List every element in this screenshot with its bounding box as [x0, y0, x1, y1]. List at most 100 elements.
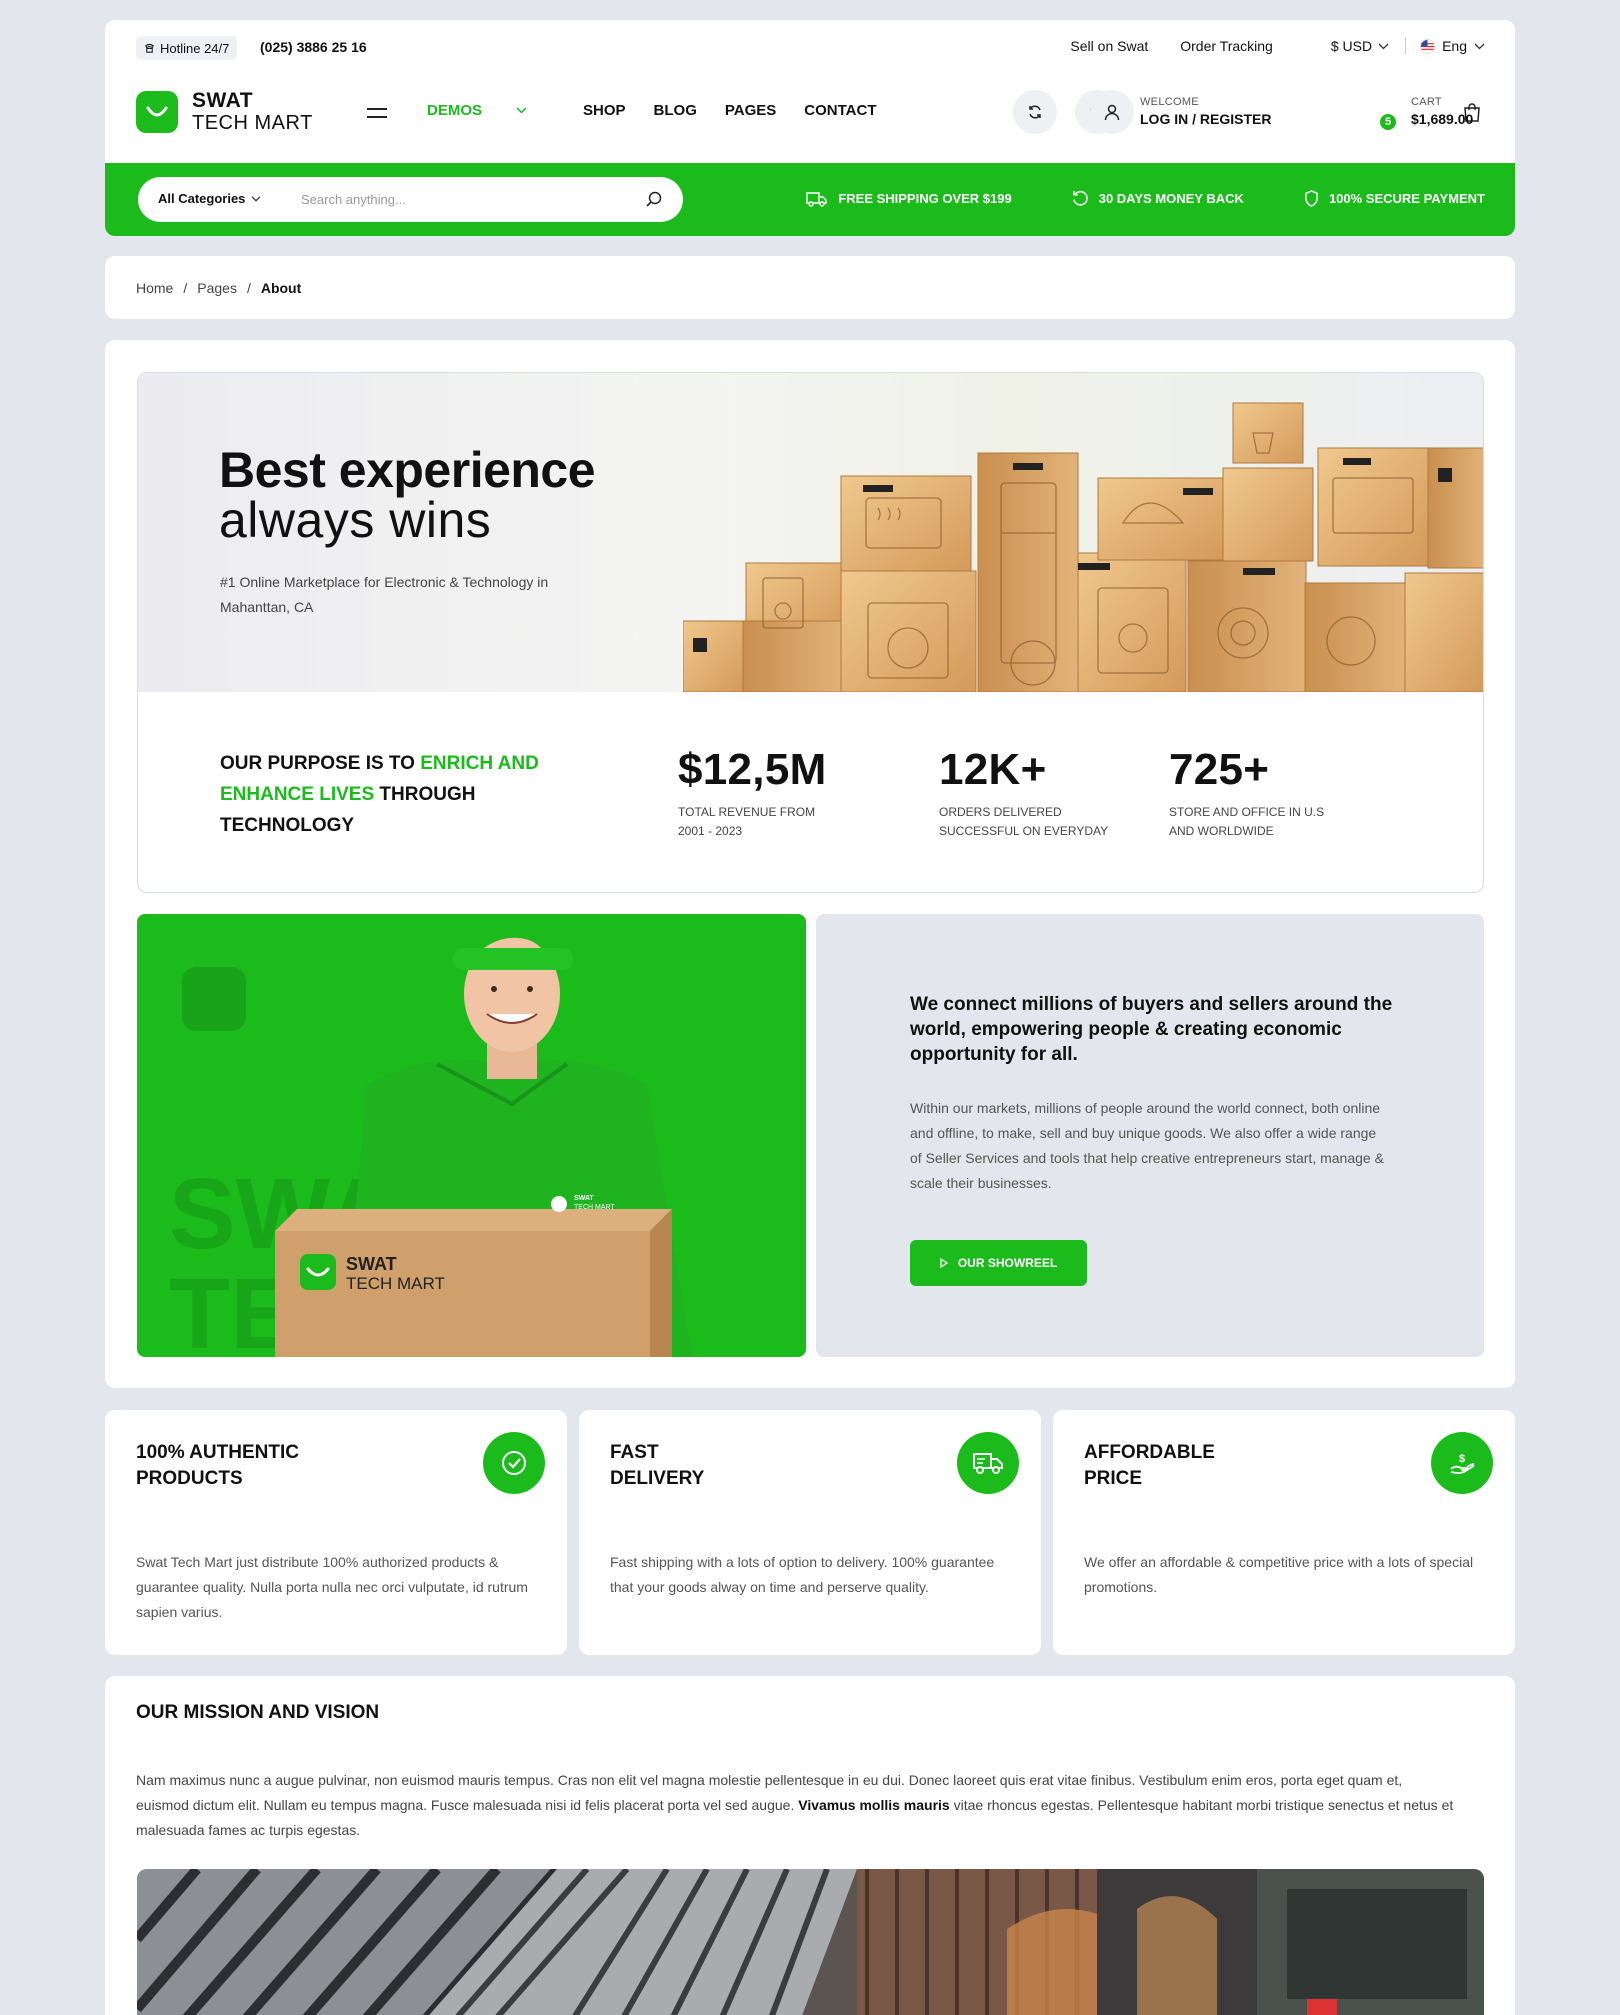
truck-icon [806, 191, 828, 207]
user-icon [1104, 104, 1120, 121]
perk-label: FREE SHIPPING OVER $199 [838, 191, 1012, 206]
stat-label: STORE AND OFFICE IN U.S AND WORLDWIDE [1169, 805, 1325, 838]
box-brand-line1: SWAT [346, 1254, 397, 1274]
account-link[interactable]: WELCOME LOG IN / REGISTER [1140, 96, 1271, 127]
about-section: Best experience always wins #1 Online Ma… [105, 340, 1515, 1388]
breadcrumb-trail: Home / Pages / About [136, 280, 301, 296]
svg-text:$: $ [1459, 1453, 1465, 1465]
purpose-text: OUR PURPOSE IS TO [220, 753, 421, 774]
currency-label: $ USD [1330, 38, 1373, 54]
site-header: Hotline 24/7 (025) 3886 25 16 Sell on Sw… [105, 20, 1515, 163]
refresh-icon [1027, 104, 1043, 120]
us-flag-icon [1420, 38, 1436, 54]
perk-label: 100% SECURE PAYMENT [1328, 191, 1485, 206]
refund-icon [1072, 190, 1089, 207]
shield-icon [1304, 190, 1319, 207]
feature-description: We offer an affordable & competitive pri… [1084, 1554, 1474, 1595]
category-label: All Categories [158, 191, 246, 206]
search-input[interactable]: Search anything... [301, 192, 406, 207]
breadcrumb-separator: / [183, 280, 188, 296]
category-select[interactable]: All Categories [158, 191, 261, 206]
login-register-link[interactable]: LOG IN / REGISTER [1140, 111, 1271, 127]
nav-blog[interactable]: BLOG [654, 102, 697, 119]
breadcrumb-home[interactable]: Home [136, 280, 173, 296]
divider [1405, 38, 1407, 54]
feature-title: 100% AUTHENTIC PRODUCTS [136, 1442, 299, 1489]
city-aerial-image [137, 1869, 1484, 2015]
hero-subtitle: #1 Online Marketplace for Electronic & T… [220, 574, 549, 615]
feature-card-price: AFFORDABLE PRICE $ We offer an affordabl… [1053, 1410, 1515, 1655]
main-nav: DEMOS SHOP BLOG PAGES CONTACT [427, 102, 905, 119]
breadcrumb: Home / Pages / About [105, 256, 1515, 319]
feature-card-delivery: FAST DELIVERY Fast shipping with a lots … [579, 1410, 1041, 1655]
mission-text: Nam maximus nunc a augue pulvinar, non e… [136, 1768, 1456, 1843]
mission-section: OUR MISSION AND VISION Nam maximus nunc … [105, 1676, 1515, 2015]
nav-shop[interactable]: SHOP [583, 102, 626, 119]
stat-value: 12K+ [939, 745, 1047, 794]
top-links: Sell on Swat Order Tracking $ USD Eng [1038, 38, 1485, 54]
nav-contact[interactable]: CONTACT [804, 102, 876, 119]
shirt-brand-line1: SWAT [574, 1195, 594, 1202]
breadcrumb-separator: / [246, 280, 251, 296]
hero-box: Best experience always wins #1 Online Ma… [137, 372, 1484, 893]
showreel-button[interactable]: OUR SHOWREEL [910, 1240, 1087, 1286]
language-label: Eng [1442, 38, 1467, 54]
nav-demos-label: DEMOS [427, 102, 483, 119]
stat-label: ORDERS DELIVERED SUCCESSFUL ON EVERYDAY [939, 805, 1109, 838]
logo-icon [136, 91, 178, 133]
cardboard-boxes-image [683, 373, 1483, 692]
box-brand-line2: TECH MART [346, 1274, 445, 1293]
chevron-down-icon [1378, 43, 1389, 50]
compare-button[interactable] [1013, 90, 1057, 134]
chevron-down-icon [1474, 43, 1485, 50]
cart-count-badge: 5 [1378, 112, 1398, 132]
chevron-down-icon [516, 107, 527, 114]
stat-stores: 725+ STORE AND OFFICE IN U.S AND WORLDWI… [1169, 745, 1339, 841]
logo[interactable]: SWAT TECH MART [136, 90, 313, 134]
mission-title: OUR MISSION AND VISION [136, 1702, 380, 1723]
hotline-label: Hotline 24/7 [160, 40, 230, 56]
play-icon [940, 1258, 948, 1268]
shirt-brand-line2: TECH MART [574, 1204, 615, 1211]
perks: FREE SHIPPING OVER $199 30 DAYS MONEY BA… [746, 190, 1485, 207]
cart-label: CART [1411, 96, 1442, 108]
welcome-label: WELCOME [1140, 96, 1199, 108]
search-bar-strip: All Categories Search anything... FREE S… [105, 163, 1515, 236]
mission-intro-panel: We connect millions of buyers and seller… [816, 914, 1484, 1357]
currency-select[interactable]: $ USD [1331, 38, 1389, 54]
cart-total: $1,689.00 [1411, 111, 1474, 127]
breadcrumb-pages[interactable]: Pages [197, 280, 237, 296]
hero-title-light: always wins [219, 492, 492, 548]
stat-orders: 12K+ ORDERS DELIVERED SUCCESSFUL ON EVER… [939, 745, 1124, 841]
stat-value: $12,5M [678, 745, 827, 794]
sell-on-swat-link[interactable]: Sell on Swat [1070, 38, 1148, 54]
order-tracking-link[interactable]: Order Tracking [1180, 38, 1273, 54]
nav-demos[interactable]: DEMOS [427, 102, 555, 119]
feature-card-authentic: 100% AUTHENTIC PRODUCTS Swat Tech Mart j… [105, 1410, 567, 1655]
stat-label: TOTAL REVENUE FROM 2001 - 2023 [678, 805, 816, 838]
account-button[interactable] [1090, 90, 1134, 134]
nav-pages[interactable]: PAGES [725, 102, 776, 119]
check-circle-icon [483, 1432, 545, 1494]
feature-title: AFFORDABLE PRICE [1084, 1442, 1215, 1489]
search-icon[interactable] [645, 190, 663, 208]
feature-description: Fast shipping with a lots of option to d… [610, 1554, 995, 1595]
language-select[interactable]: Eng [1420, 38, 1485, 54]
feature-description: Swat Tech Mart just distribute 100% auth… [136, 1554, 528, 1620]
perk-secure-payment: 100% SECURE PAYMENT [1304, 190, 1485, 207]
connect-heading: We connect millions of buyers and seller… [910, 994, 1393, 1065]
hotline-badge: Hotline 24/7 [136, 36, 238, 60]
menu-icon[interactable] [366, 107, 388, 119]
hotline-number[interactable]: (025) 3886 25 16 [260, 39, 367, 55]
price-hand-icon: $ [1431, 1432, 1493, 1494]
cart-summary[interactable]: CART $1,689.00 [1411, 96, 1473, 127]
hero-banner: Best experience always wins #1 Online Ma… [138, 373, 1483, 692]
showreel-label: OUR SHOWREEL [957, 1256, 1058, 1270]
logo-name-line1: SWAT [192, 89, 254, 112]
connect-body: Within our markets, millions of people a… [910, 1100, 1384, 1191]
search-form: All Categories Search anything... [138, 177, 683, 222]
logo-name-line2: TECH MART [192, 112, 313, 134]
breadcrumb-current: About [260, 280, 302, 296]
stat-value: 725+ [1169, 745, 1270, 794]
perk-label: 30 DAYS MONEY BACK [1098, 191, 1244, 206]
